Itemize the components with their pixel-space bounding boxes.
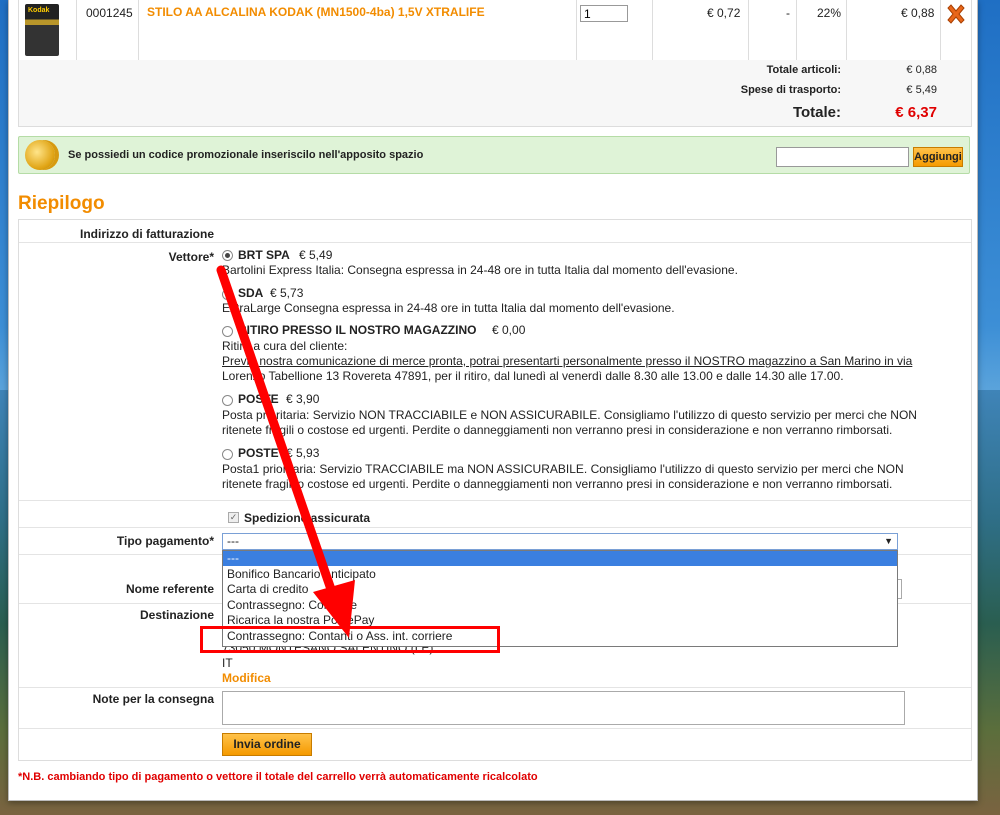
checkout-page: Kodak 0001245 STILO AA ALCALINA KODAK (M… — [8, 0, 978, 801]
carrier-radio-pickup[interactable] — [222, 326, 233, 337]
delivery-notes-label: Note per la consegna — [92, 692, 214, 706]
thumb-brand: Kodak — [28, 7, 50, 14]
carrier-price: € 0,00 — [492, 323, 526, 337]
carrier-name: SDA — [238, 286, 264, 300]
grand-total-value: € 6,37 — [895, 104, 937, 121]
submit-order-button[interactable]: Invia ordine — [222, 733, 312, 756]
referent-label: Nome referente — [125, 582, 214, 596]
carrier-desc: Posta1 prioritaria: Servizio TRACCIABILE… — [222, 462, 904, 476]
destination-country: IT — [222, 656, 233, 670]
quantity-input[interactable] — [580, 5, 628, 22]
carrier-price: € 3,90 — [286, 392, 320, 406]
modify-destination-link[interactable]: Modifica — [222, 671, 271, 686]
carrier-name: RITIRO PRESSO IL NOSTRO MAGAZZINO — [238, 323, 477, 337]
destination-label: Destinazione — [139, 608, 214, 622]
carrier-price: € 5,73 — [270, 286, 304, 300]
summary-title: Riepilogo — [18, 193, 105, 214]
promo-code-input[interactable] — [776, 147, 909, 167]
product-thumbnail[interactable]: Kodak — [25, 4, 59, 56]
grand-total-label: Totale: — [792, 104, 841, 121]
payment-option[interactable]: Bonifico Bancario Anticipato — [223, 567, 897, 582]
carrier-desc: Previa nostra comunicazione di merce pro… — [222, 354, 913, 368]
carrier-desc: Ritiro a cura del cliente: — [222, 339, 348, 353]
carrier-desc: Bartolini Express Italia: Consegna espre… — [222, 263, 738, 277]
product-name-link[interactable]: STILO AA ALCALINA KODAK (MN1500-4ba) 1,5… — [147, 5, 485, 19]
insured-checkbox[interactable]: ✓ — [228, 512, 239, 523]
articles-total-label: Totale articoli: — [766, 64, 841, 76]
product-thumb-cell: Kodak — [19, 0, 77, 60]
vat-rate: 22% — [817, 6, 842, 20]
cart-item-row: Kodak 0001245 STILO AA ALCALINA KODAK (M… — [18, 0, 972, 61]
payment-selected-value: --- — [227, 534, 239, 548]
promo-text: Se possiedi un codice promozionale inser… — [68, 149, 424, 161]
payment-type-select[interactable]: --- ▼ — [222, 533, 898, 550]
discount: - — [786, 6, 790, 20]
shipping-row: Spese di trasporto: € 5,49 — [18, 80, 972, 101]
payment-type-label: Tipo pagamento* — [116, 534, 214, 548]
carrier-desc: Posta prioritaria: Servizio NON TRACCIAB… — [222, 408, 917, 422]
add-promo-button[interactable]: Aggiungi — [913, 147, 963, 167]
payment-option[interactable]: --- — [223, 551, 897, 566]
footnote: *N.B. cambiando tipo di pagamento o vett… — [18, 771, 538, 783]
carrier-desc: ritenete fragili o costose ed urgenti. P… — [222, 477, 893, 491]
delivery-notes-textarea[interactable] — [222, 691, 905, 725]
carrier-name: POSTE — [238, 446, 279, 460]
unit-price: € 0,72 — [707, 6, 741, 20]
totals-articles-row: Totale articoli: € 0,88 — [18, 60, 972, 81]
summary-form: Indirizzo di fatturazione Vettore* BRT S… — [18, 219, 972, 761]
carrier-name: BRT SPA — [238, 248, 290, 262]
carrier-radio-poste1[interactable] — [222, 449, 233, 460]
grand-total-row: Totale: € 6,37 — [18, 100, 972, 127]
articles-total-value: € 0,88 — [906, 64, 937, 76]
product-code: 0001245 — [86, 6, 133, 20]
remove-item-icon[interactable] — [945, 3, 967, 25]
annotation-highlight-box — [200, 626, 500, 653]
carrier-radio-poste[interactable] — [222, 395, 233, 406]
carrier-radio-brt[interactable] — [222, 250, 233, 261]
dropdown-arrow-icon: ▼ — [884, 536, 893, 546]
carrier-price: € 5,93 — [286, 446, 320, 460]
billing-address-label: Indirizzo di fatturazione — [80, 227, 214, 241]
promo-code-bar: Se possiedi un codice promozionale inser… — [18, 136, 970, 174]
carrier-name: POSTE — [238, 392, 279, 406]
coins-icon — [25, 140, 55, 170]
insured-label: Spedizione assicurata — [244, 511, 371, 525]
payment-option[interactable]: Contrassegno: Contante — [223, 598, 897, 613]
payment-option[interactable]: Carta di credito — [223, 582, 897, 597]
shipping-label: Spese di trasporto: — [740, 84, 841, 96]
carrier-price: € 5,49 — [299, 248, 333, 262]
shipping-value: € 5,49 — [906, 84, 937, 96]
line-total: € 0,88 — [901, 6, 935, 20]
carrier-desc: Lorenzo Tabellione 13 Rovereta 47891, pe… — [222, 369, 844, 383]
carrier-desc: ritenete fragili o costose ed urgenti. P… — [222, 423, 893, 437]
carrier-desc: ExtraLarge Consegna espressa in 24-48 or… — [222, 301, 675, 315]
carrier-label: Vettore* — [168, 250, 214, 264]
carrier-radio-sda[interactable] — [222, 289, 233, 300]
